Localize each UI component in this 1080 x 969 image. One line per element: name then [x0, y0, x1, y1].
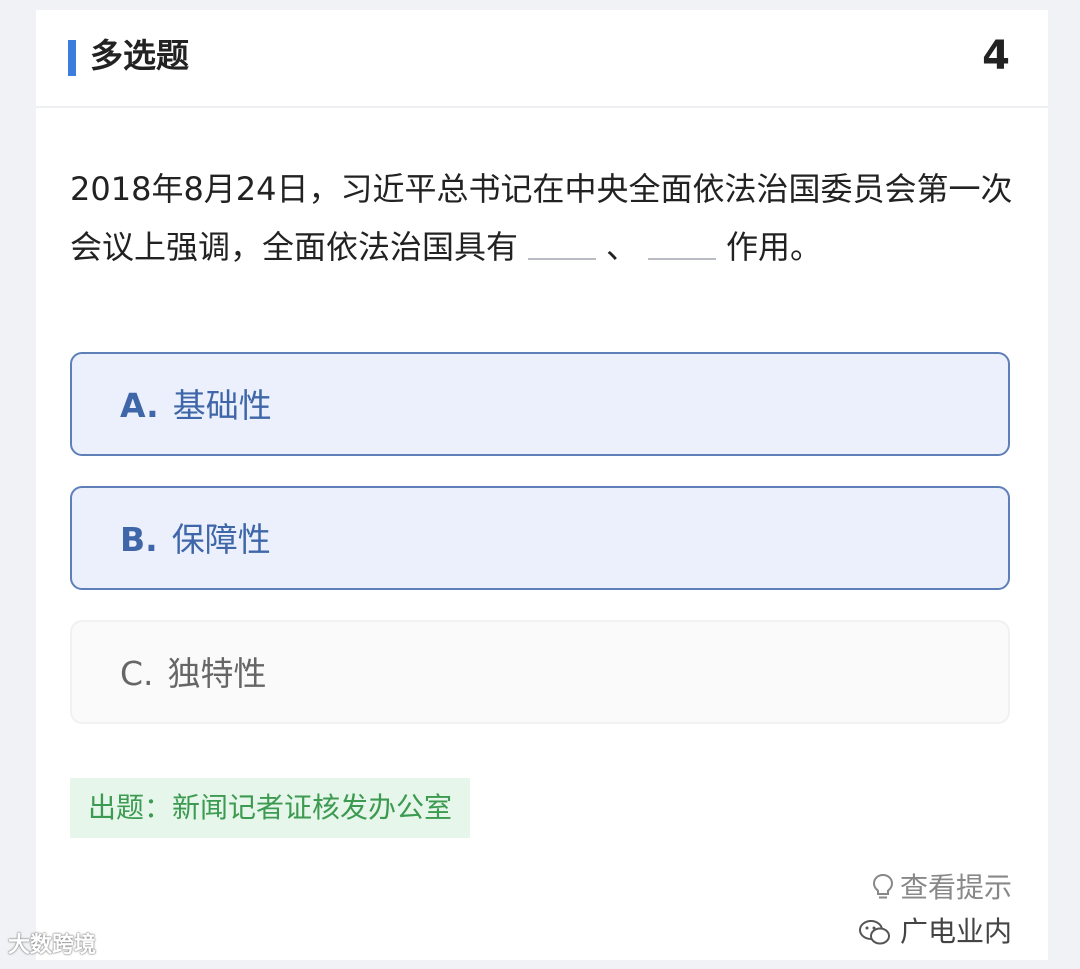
view-hint-button[interactable]: 查看提示	[872, 868, 1012, 908]
watermark-right-text: 广电业内	[899, 915, 1012, 948]
question-card: 多选题 4 2018年8月24日，习近平总书记在中央全面依法治国委员会第一次会议…	[36, 10, 1048, 960]
question-type-title: 多选题	[90, 36, 189, 75]
option-b[interactable]: B. 保障性	[70, 486, 1010, 590]
header-accent-bar	[68, 40, 76, 76]
question-text-part2: 作用。	[726, 228, 823, 266]
option-label: 独特性	[167, 654, 267, 693]
wechat-icon	[858, 915, 900, 948]
question-header: 多选题 4	[36, 10, 1048, 108]
option-letter: A.	[120, 386, 159, 425]
option-c[interactable]: C. 独特性	[70, 620, 1010, 724]
option-letter: C.	[120, 654, 154, 693]
question-source-badge: 出题：新闻记者证核发办公室	[70, 778, 471, 838]
watermark-left: 大数跨境	[8, 933, 97, 958]
lightbulb-icon	[872, 871, 900, 904]
question-number: 4	[982, 33, 1010, 79]
option-letter: B.	[120, 520, 158, 559]
watermark-right: 广电业内	[858, 912, 1012, 952]
question-text: 2018年8月24日，习近平总书记在中央全面依法治国委员会第一次会议上强调，全面…	[70, 160, 1020, 276]
option-label: 保障性	[171, 520, 271, 559]
answer-blank-1	[528, 218, 597, 260]
hint-label: 查看提示	[899, 871, 1012, 904]
option-label: 基础性	[172, 386, 272, 425]
answer-blank-2	[648, 218, 717, 260]
option-a[interactable]: A. 基础性	[70, 352, 1010, 456]
blank-separator: 、	[606, 228, 639, 266]
